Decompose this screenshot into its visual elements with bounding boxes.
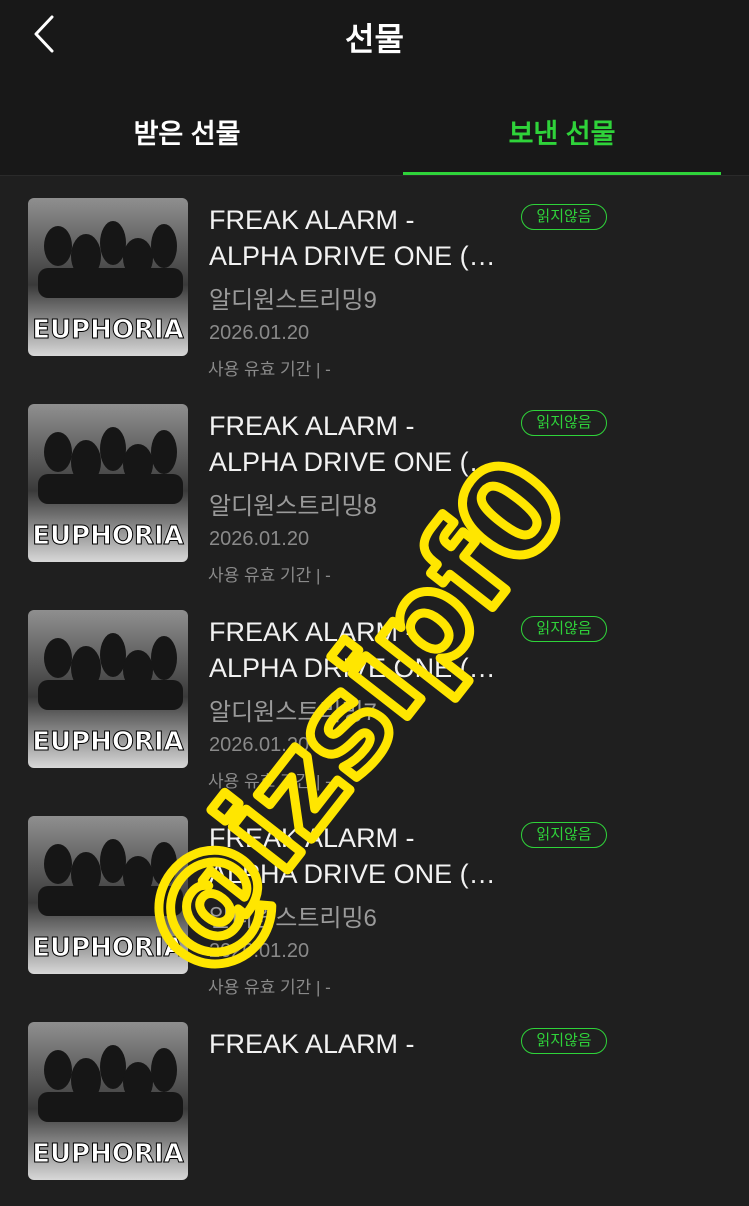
gift-recipient: 알디원스트리밍7 xyxy=(209,699,377,726)
gift-list: EUPHORIA FREAK ALARM - ALPHA DRIVE ONE (… xyxy=(0,176,749,1206)
svg-text:EUPHORIA: EUPHORIA xyxy=(32,727,184,757)
unread-badge: 읽지않음 xyxy=(521,410,607,436)
gift-title-line: FREAK ALARM - xyxy=(209,205,415,235)
album-cover: EUPHORIA xyxy=(28,1022,188,1180)
svg-text:EUPHORIA: EUPHORIA xyxy=(32,315,184,345)
gift-title: FREAK ALARM - xyxy=(209,1026,519,1062)
gift-date: 2026.01.20 xyxy=(209,734,310,756)
top-bar: 선물 받은 선물 보낸 선물 xyxy=(0,0,749,176)
gift-validity: 사용 유효 기간 | - xyxy=(208,772,331,791)
svg-text:EUPHORIA: EUPHORIA xyxy=(32,521,184,551)
gift-date: 2026.01.20 xyxy=(209,940,310,962)
gift-validity: 사용 유효 기간 | - xyxy=(208,360,331,379)
gift-list-item[interactable]: EUPHORIA FREAK ALARM - ALPHA DRIVE ONE (… xyxy=(0,382,749,588)
gift-list-item[interactable]: EUPHORIA FREAK ALARM - ALPHA DRIVE ONE (… xyxy=(0,794,749,1000)
album-cover: EUPHORIA xyxy=(28,404,188,562)
tab-received-gifts[interactable]: 받은 선물 xyxy=(0,112,374,175)
gift-date: 2026.01.20 xyxy=(209,322,310,344)
page-title: 선물 xyxy=(345,21,404,57)
gift-title-line: ALPHA DRIVE ONE (… xyxy=(209,859,496,889)
album-cover: EUPHORIA xyxy=(28,198,188,356)
svg-text:EUPHORIA: EUPHORIA xyxy=(32,1139,184,1169)
gift-title-line: FREAK ALARM - xyxy=(209,411,415,441)
gift-list-item[interactable]: EUPHORIA FREAK ALARM - 읽지않음 xyxy=(0,1000,749,1206)
unread-badge: 읽지않음 xyxy=(521,204,607,230)
gift-title: FREAK ALARM - ALPHA DRIVE ONE (… xyxy=(209,614,519,686)
gift-validity: 사용 유효 기간 | - xyxy=(208,566,331,585)
gift-date: 2026.01.20 xyxy=(209,528,310,550)
gift-title-line: FREAK ALARM - xyxy=(209,1029,415,1059)
svg-text:EUPHORIA: EUPHORIA xyxy=(32,933,184,963)
gift-list-item[interactable]: EUPHORIA FREAK ALARM - ALPHA DRIVE ONE (… xyxy=(0,588,749,794)
gift-list-item[interactable]: EUPHORIA FREAK ALARM - ALPHA DRIVE ONE (… xyxy=(0,176,749,382)
gift-validity: 사용 유효 기간 | - xyxy=(208,978,331,997)
gift-title-line: ALPHA DRIVE ONE (… xyxy=(209,241,496,271)
gift-title: FREAK ALARM - ALPHA DRIVE ONE (… xyxy=(209,820,519,892)
unread-badge: 읽지않음 xyxy=(521,616,607,642)
album-cover: EUPHORIA xyxy=(28,816,188,974)
gift-recipient: 알디원스트리밍9 xyxy=(209,287,377,314)
unread-badge: 읽지않음 xyxy=(521,1028,607,1054)
gift-recipient: 알디원스트리밍8 xyxy=(209,493,377,520)
gift-title: FREAK ALARM - ALPHA DRIVE ONE (… xyxy=(209,202,519,274)
gift-title-line: ALPHA DRIVE ONE (… xyxy=(209,447,496,477)
gift-recipient: 알디원스트리밍6 xyxy=(209,905,377,932)
tab-sent-gifts[interactable]: 보낸 선물 xyxy=(375,112,749,175)
gift-title: FREAK ALARM - ALPHA DRIVE ONE (… xyxy=(209,408,519,480)
unread-badge: 읽지않음 xyxy=(521,822,607,848)
album-cover: EUPHORIA xyxy=(28,610,188,768)
gift-title-line: FREAK ALARM - xyxy=(209,617,415,647)
gift-title-line: ALPHA DRIVE ONE (… xyxy=(209,653,496,683)
gift-title-line: FREAK ALARM - xyxy=(209,823,415,853)
